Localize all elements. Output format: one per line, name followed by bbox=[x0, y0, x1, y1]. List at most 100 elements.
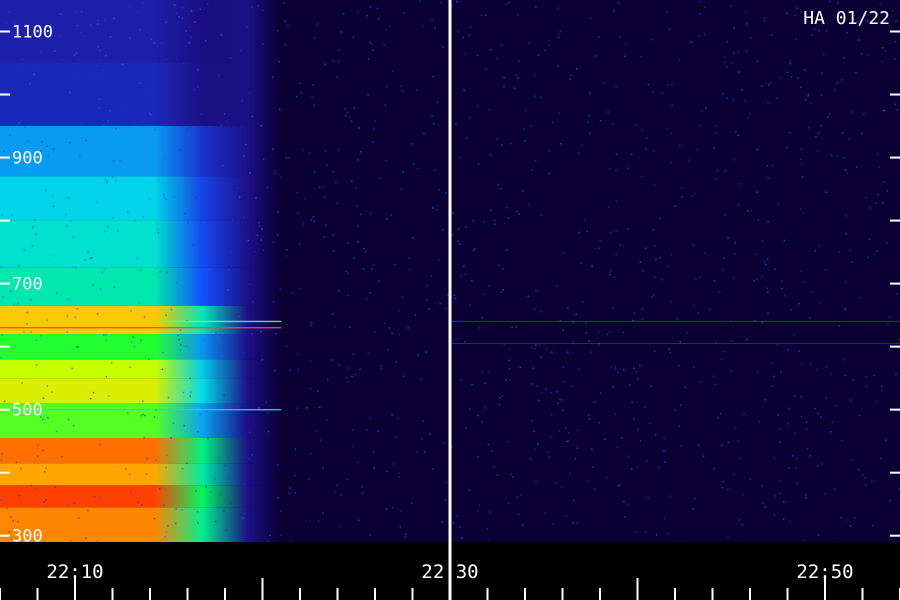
noise-speck bbox=[134, 219, 136, 222]
noise-speck bbox=[380, 367, 382, 370]
noise-speck bbox=[696, 148, 699, 151]
noise-speck bbox=[721, 444, 723, 447]
noise-speck bbox=[153, 42, 155, 44]
noise-speck bbox=[66, 315, 69, 317]
noise-speck bbox=[493, 223, 496, 225]
noise-speck bbox=[149, 112, 151, 115]
noise-speck bbox=[606, 333, 608, 336]
noise-speck bbox=[810, 101, 812, 104]
noise-speck bbox=[395, 436, 397, 438]
noise-speck bbox=[556, 285, 558, 287]
noise-speck bbox=[540, 214, 542, 217]
noise-speck bbox=[820, 94, 823, 96]
noise-speck bbox=[727, 488, 729, 491]
noise-speck bbox=[780, 370, 782, 373]
noise-speck bbox=[693, 304, 695, 307]
noise-speck bbox=[78, 517, 80, 519]
noise-speck bbox=[787, 349, 789, 351]
noise-speck bbox=[79, 155, 81, 158]
noise-speck bbox=[567, 351, 569, 354]
noise-speck bbox=[842, 131, 844, 134]
noise-speck bbox=[587, 414, 590, 416]
noise-speck bbox=[639, 364, 641, 367]
noise-speck bbox=[747, 117, 749, 119]
noise-speck bbox=[369, 6, 372, 8]
noise-speck bbox=[778, 440, 781, 443]
noise-speck bbox=[436, 209, 438, 211]
noise-speck bbox=[468, 34, 470, 37]
noise-speck bbox=[767, 312, 769, 314]
noise-speck bbox=[324, 63, 326, 66]
noise-speck bbox=[138, 302, 140, 304]
noise-speck bbox=[667, 265, 669, 267]
noise-speck bbox=[463, 89, 465, 92]
noise-speck bbox=[75, 11, 78, 13]
noise-speck bbox=[533, 347, 536, 350]
noise-speck bbox=[619, 484, 621, 486]
noise-speck bbox=[162, 193, 165, 196]
noise-speck bbox=[207, 437, 209, 440]
noise-speck bbox=[260, 239, 263, 241]
noise-speck bbox=[734, 253, 736, 255]
noise-speck bbox=[89, 397, 92, 400]
noise-speck bbox=[550, 414, 553, 416]
noise-speck bbox=[104, 178, 107, 180]
noise-speck bbox=[21, 58, 24, 60]
noise-speck bbox=[130, 310, 132, 312]
noise-speck bbox=[476, 105, 479, 107]
noise-speck bbox=[811, 34, 813, 36]
noise-speck bbox=[754, 253, 757, 255]
noise-speck bbox=[369, 292, 372, 294]
noise-speck bbox=[713, 147, 715, 149]
noise-speck bbox=[718, 291, 721, 294]
noise-speck bbox=[326, 164, 328, 167]
noise-speck bbox=[80, 31, 82, 34]
noise-speck bbox=[563, 381, 566, 383]
noise-speck bbox=[407, 327, 409, 329]
noise-speck bbox=[860, 53, 863, 55]
noise-speck bbox=[607, 111, 609, 113]
noise-speck bbox=[850, 399, 852, 401]
noise-speck bbox=[481, 316, 484, 319]
noise-speck bbox=[722, 92, 724, 95]
noise-speck bbox=[114, 127, 117, 130]
noise-speck bbox=[786, 12, 788, 15]
noise-speck bbox=[680, 445, 683, 447]
noise-speck bbox=[506, 249, 508, 251]
noise-speck bbox=[867, 256, 869, 259]
noise-speck bbox=[502, 267, 504, 270]
noise-speck bbox=[404, 533, 407, 536]
noise-speck bbox=[477, 510, 479, 512]
noise-speck bbox=[464, 273, 467, 276]
noise-speck bbox=[272, 301, 275, 303]
noise-speck bbox=[129, 366, 131, 369]
noise-speck bbox=[666, 84, 669, 86]
noise-speck bbox=[492, 219, 494, 221]
noise-speck bbox=[379, 177, 382, 179]
noise-speck bbox=[230, 502, 233, 505]
noise-speck bbox=[76, 24, 78, 27]
noise-speck bbox=[245, 143, 247, 146]
noise-speck bbox=[782, 518, 785, 520]
noise-speck bbox=[630, 468, 633, 470]
noise-speck bbox=[488, 108, 490, 111]
noise-speck bbox=[484, 407, 486, 409]
noise-speck bbox=[684, 386, 687, 389]
noise-speck bbox=[722, 257, 725, 260]
noise-speck bbox=[534, 95, 536, 98]
noise-speck bbox=[653, 150, 655, 153]
noise-speck bbox=[666, 128, 669, 130]
noise-speck bbox=[557, 33, 560, 35]
noise-speck bbox=[559, 30, 561, 33]
noise-speck bbox=[223, 113, 226, 115]
noise-speck bbox=[701, 109, 703, 112]
noise-speck bbox=[227, 288, 229, 291]
y-tick-label: 1100 bbox=[12, 23, 53, 43]
noise-speck bbox=[179, 329, 182, 331]
noise-speck bbox=[156, 228, 159, 230]
noise-speck bbox=[111, 176, 114, 178]
noise-speck bbox=[532, 367, 535, 370]
noise-speck bbox=[795, 7, 798, 9]
noise-speck bbox=[639, 261, 642, 264]
noise-speck bbox=[362, 268, 365, 270]
